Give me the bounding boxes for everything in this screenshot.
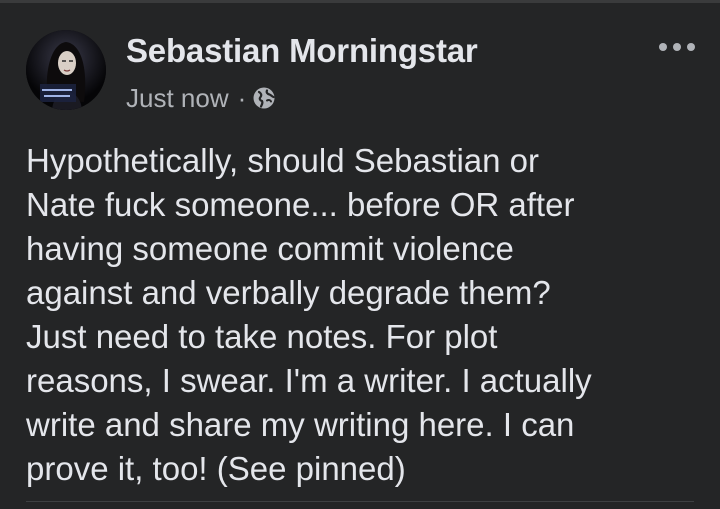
meta-separator: · [237,82,247,113]
post-divider [26,501,694,502]
post-meta: Just now · [126,81,276,115]
post-text-line: prove it, too! (See pinned) [26,450,406,487]
avatar[interactable] [26,30,106,110]
post-text: Hypothetically, should Sebastian or Nate… [26,139,706,491]
post-text-line: Just need to take notes. For plot [26,318,498,355]
post-card: Sebastian Morningstar Just now · Hypothe… [0,3,720,509]
post-text-line: Nate fuck someone... before OR after [26,186,575,223]
post-text-line: reasons, I swear. I'm a writer. I actual… [26,362,592,399]
post-text-line: Hypothetically, should Sebastian or [26,142,540,179]
post-text-line: against and verbally degrade them? [26,274,551,311]
author-name[interactable]: Sebastian Morningstar [126,32,478,70]
globe-icon[interactable] [252,86,276,110]
post-text-line: having someone commit violence [26,230,514,267]
post-timestamp[interactable]: Just now [126,83,229,114]
more-options-button[interactable] [653,33,701,61]
post-text-line: write and share my writing here. I can [26,406,575,443]
more-dots-icon [659,43,695,51]
